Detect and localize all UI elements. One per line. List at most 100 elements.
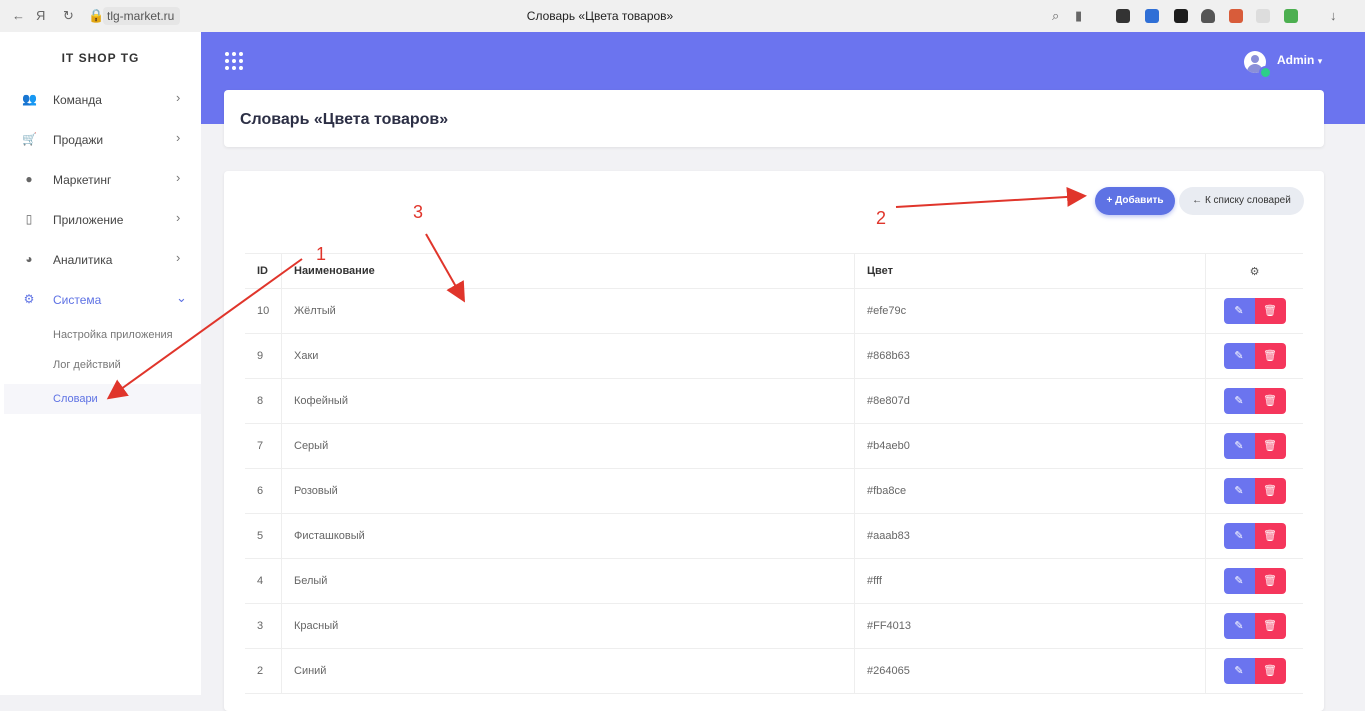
cell-actions: ✎ 🗑 xyxy=(1205,468,1303,514)
sidebar-item-label: Продажи xyxy=(53,133,104,147)
cell-color: #264065 xyxy=(854,648,1206,694)
sidebar-item-system[interactable]: ⚙ Система ⌄ xyxy=(0,280,201,320)
cell-actions: ✎ 🗑 xyxy=(1205,288,1303,334)
cell-color: #efe79c xyxy=(854,288,1206,334)
extension-icon[interactable] xyxy=(1229,9,1243,23)
chevron-right-icon: › xyxy=(176,90,181,105)
edit-button[interactable]: ✎ xyxy=(1223,433,1255,459)
online-status-icon xyxy=(1259,66,1272,79)
trash-icon: 🗑 xyxy=(1263,350,1277,362)
edit-button[interactable]: ✎ xyxy=(1223,343,1255,369)
colors-table: ID Наименование Цвет ⚙ 10 Жёлтый #efe79c ✎ 🗑… xyxy=(245,253,1303,694)
cell-color: #aaab83 xyxy=(854,513,1206,559)
sidebar-item-marketing[interactable]: ● Маркетинг › xyxy=(0,160,201,200)
cell-actions: ✎ 🗑 xyxy=(1205,603,1303,649)
dictionary-card: + Добавить ← К списку словарей ID Наимен… xyxy=(224,171,1324,711)
trash-icon: 🗑 xyxy=(1263,665,1277,677)
table-row: 10 Жёлтый #efe79c ✎ 🗑 xyxy=(245,288,1303,334)
browser-toolbar: ← Я ↻ 🔒 tlg-market.ru Словарь «Цвета тов… xyxy=(0,0,1365,33)
cell-color: #FF4013 xyxy=(854,603,1206,649)
sidebar-item-analytics[interactable]: ◕ Аналитика › xyxy=(0,240,201,280)
edit-button[interactable]: ✎ xyxy=(1223,613,1255,639)
row-actions: ✎ 🗑 xyxy=(1223,478,1286,504)
table-row: 9 Хаки #868b63 ✎ 🗑 xyxy=(245,333,1303,379)
delete-button[interactable]: 🗑 xyxy=(1254,523,1286,549)
brand-logo[interactable]: IT SHOP TG xyxy=(0,51,201,65)
edit-button[interactable]: ✎ xyxy=(1223,478,1255,504)
row-actions: ✎ 🗑 xyxy=(1223,298,1286,324)
sidebar-item-team[interactable]: 👥 Команда › xyxy=(0,80,201,120)
delete-button[interactable]: 🗑 xyxy=(1254,343,1286,369)
sidebar-item-sales[interactable]: 🛒 Продажи › xyxy=(0,120,201,160)
cell-actions: ✎ 🗑 xyxy=(1205,513,1303,559)
delete-button[interactable]: 🗑 xyxy=(1254,433,1286,459)
extension-icon[interactable] xyxy=(1174,9,1188,23)
bookmark-icon[interactable]: ▮ xyxy=(1075,8,1082,24)
column-header-id: ID xyxy=(245,253,282,289)
trash-icon: 🗑 xyxy=(1263,530,1277,542)
user-menu[interactable]: Admin ▾ xyxy=(1277,53,1322,67)
cell-name: Фисташковый xyxy=(281,513,855,559)
edit-button[interactable]: ✎ xyxy=(1223,298,1255,324)
sidebar-subitem-app-settings[interactable]: Настройка приложения xyxy=(53,329,173,341)
cell-id: 5 xyxy=(245,513,282,559)
cell-actions: ✎ 🗑 xyxy=(1205,558,1303,604)
extension-icon[interactable] xyxy=(1284,9,1298,23)
annotation-number-3: 3 xyxy=(413,202,424,222)
extension-icon[interactable] xyxy=(1145,9,1159,23)
pencil-icon: ✎ xyxy=(1234,350,1244,362)
add-button[interactable]: + Добавить xyxy=(1095,187,1175,215)
gear-icon: ⚙ xyxy=(1249,265,1260,278)
cell-name: Белый xyxy=(281,558,855,604)
search-icon[interactable]: ⌕ xyxy=(1052,8,1059,24)
trash-icon: 🗑 xyxy=(1263,620,1277,632)
sidebar-item-label: Аналитика xyxy=(53,253,113,267)
apps-grid-icon[interactable] xyxy=(225,52,245,72)
edit-button[interactable]: ✎ xyxy=(1223,388,1255,414)
row-actions: ✎ 🗑 xyxy=(1223,388,1286,414)
pencil-icon: ✎ xyxy=(1234,440,1244,452)
row-actions: ✎ 🗑 xyxy=(1223,523,1286,549)
pencil-icon: ✎ xyxy=(1234,530,1244,542)
delete-button[interactable]: 🗑 xyxy=(1254,478,1286,504)
pie-chart-icon: ◕ xyxy=(25,252,33,266)
extension-icon[interactable] xyxy=(1256,9,1270,23)
edit-button[interactable]: ✎ xyxy=(1223,568,1255,594)
cell-color: #fba8ce xyxy=(854,468,1206,514)
download-icon[interactable]: ↓ xyxy=(1330,8,1337,24)
delete-button[interactable]: 🗑 xyxy=(1254,298,1286,324)
sidebar-item-label: Маркетинг xyxy=(53,173,112,187)
cell-id: 4 xyxy=(245,558,282,604)
sidebar-item-label: Приложение xyxy=(53,213,124,227)
trash-icon: 🗑 xyxy=(1263,395,1277,407)
delete-button[interactable]: 🗑 xyxy=(1254,613,1286,639)
phone-icon: ▯ xyxy=(25,212,33,226)
extension-icon[interactable] xyxy=(1116,9,1130,23)
chevron-down-icon: ⌄ xyxy=(176,290,187,305)
team-icon: 👥 xyxy=(22,92,37,106)
delete-button[interactable]: 🗑 xyxy=(1254,568,1286,594)
back-to-dictionaries-button[interactable]: ← К списку словарей xyxy=(1179,187,1304,215)
cell-id: 8 xyxy=(245,378,282,424)
cell-actions: ✎ 🗑 xyxy=(1205,648,1303,694)
cell-actions: ✎ 🗑 xyxy=(1205,378,1303,424)
cart-icon: 🛒 xyxy=(22,132,37,146)
sidebar-subitem-action-log[interactable]: Лог действий xyxy=(53,359,121,371)
pencil-icon: ✎ xyxy=(1234,485,1244,497)
edit-button[interactable]: ✎ xyxy=(1223,523,1255,549)
sidebar-item-app[interactable]: ▯ Приложение › xyxy=(0,200,201,240)
annotation-number-1: 1 xyxy=(316,244,327,264)
sidebar-item-label: Команда xyxy=(53,93,102,107)
table-row: 3 Красный #FF4013 ✎ 🗑 xyxy=(245,603,1303,649)
sidebar-item-label: Система xyxy=(53,293,102,307)
table-row: 4 Белый #fff ✎ 🗑 xyxy=(245,558,1303,604)
extension-icon[interactable] xyxy=(1201,9,1215,23)
delete-button[interactable]: 🗑 xyxy=(1254,658,1286,684)
cell-id: 10 xyxy=(245,288,282,334)
user-name: Admin xyxy=(1277,53,1315,67)
sidebar-subitem-dictionaries[interactable]: Словари xyxy=(53,393,98,405)
delete-button[interactable]: 🗑 xyxy=(1254,388,1286,414)
row-actions: ✎ 🗑 xyxy=(1223,433,1286,459)
edit-button[interactable]: ✎ xyxy=(1223,658,1255,684)
cell-name: Жёлтый xyxy=(281,288,855,334)
